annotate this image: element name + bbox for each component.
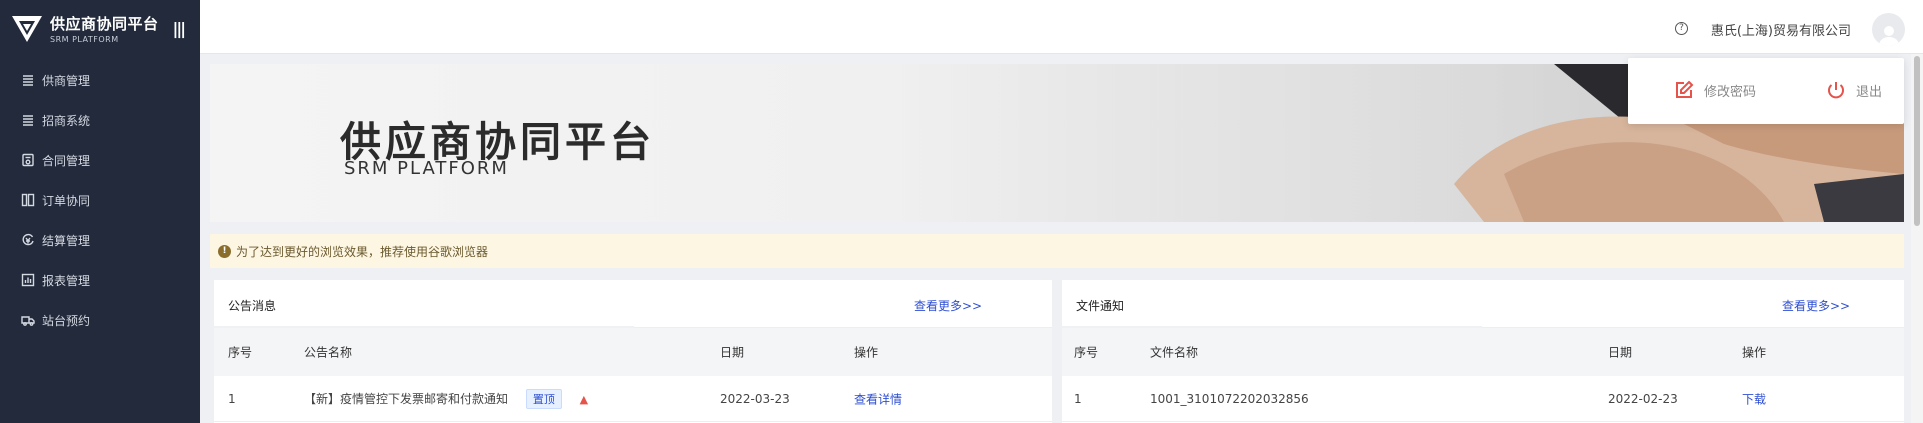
table-row: 1 1001_3101072202032856 2022-02-23 下载 [1062,376,1904,422]
announcement-title[interactable]: 【新】疫情管控下发票邮寄和付款通知 [304,392,508,406]
column-header: 操作 [854,345,879,360]
pinned-badge: 置顶 [525,388,562,409]
scrollbar-thumb[interactable] [1914,56,1920,226]
company-name[interactable]: 惠氏(上海)贸易有限公司 [1711,20,1851,39]
contract-icon [20,152,36,168]
brand: 供应商协同平台 SRM PLATFORM ||| [0,0,200,56]
edit-icon [1676,80,1694,98]
view-more-link[interactable]: 查看更多>> [1782,297,1850,314]
column-header: 序号 [1074,345,1099,360]
change-password-label: 修改密码 [1704,84,1757,100]
row-number: 1 [1074,391,1082,406]
sidebar-item-label: 站台预约 [42,313,91,328]
sidebar-item-report[interactable]: 报表管理 [0,260,200,300]
sidebar-item-station[interactable]: 站台预约 [0,300,200,340]
sidebar-item-recruit[interactable]: 招商系统 [0,100,200,140]
logout-label: 退出 [1856,84,1883,100]
files-panel: 文件通知 查看更多>> 序号 文件名称 日期 操作 1 1001_3101072… [1062,280,1904,423]
change-password-button[interactable]: 修改密码 [1674,80,1756,100]
list-icon [20,112,36,128]
sidebar-item-settlement[interactable]: 结算管理 [0,220,200,260]
warning-icon: ! [218,244,231,258]
user-dropdown: 修改密码 退出 [1628,58,1904,124]
brand-title: 供应商协同平台 [50,14,159,33]
sidebar-item-label: 招商系统 [42,113,91,128]
notice-text: 为了达到更好的浏览效果，推荐使用谷歌浏览器 [236,244,489,259]
table-header: 序号 公告名称 日期 操作 [214,328,1052,376]
column-header: 序号 [228,345,253,360]
power-icon [1828,82,1844,99]
scrollbar[interactable] [1911,54,1923,423]
sidebar-item-label: 结算管理 [42,233,91,248]
brand-subtitle: SRM PLATFORM [50,34,119,44]
column-header: 文件名称 [1150,345,1199,360]
sidebar-item-label: 报表管理 [42,273,91,288]
panel-title: 公告消息 [228,299,277,313]
column-header: 日期 [1608,345,1633,360]
download-link[interactable]: 下载 [1742,390,1766,407]
panel-header: 文件通知 查看更多>> [1062,280,1904,328]
view-details-link[interactable]: 查看详情 [854,390,902,407]
announcements-panel: 公告消息 查看更多>> 序号 公告名称 日期 操作 1 【新】疫情管控下发票邮寄… [214,280,1052,423]
panel-title: 文件通知 [1076,299,1125,313]
list-icon [20,72,36,88]
sidebar: 供应商协同平台 SRM PLATFORM ||| 供商管理 招商系统 合同管理 … [0,0,200,423]
bell-icon: ▲ [579,392,589,406]
report-icon [20,272,36,288]
logout-button[interactable]: 退出 [1826,80,1882,100]
truck-icon [20,312,36,328]
logo-icon [12,16,42,42]
sidebar-item-label: 供商管理 [42,73,91,88]
user-icon [1878,26,1899,46]
help-icon[interactable]: ? [1675,22,1688,35]
file-name: 1001_3101072202032856 [1150,391,1309,406]
column-header: 操作 [1742,345,1767,360]
menu-collapse-icon[interactable]: ||| [173,19,186,38]
sidebar-item-contract[interactable]: 合同管理 [0,140,200,180]
panel-header: 公告消息 查看更多>> [214,280,1052,328]
top-header: ? 惠氏(上海)贸易有限公司 [200,0,1923,54]
banner-subtitle: SRM PLATFORM [344,158,509,179]
browser-notice: ! 为了达到更好的浏览效果，推荐使用谷歌浏览器 [210,234,1904,268]
sidebar-menu: 供商管理 招商系统 合同管理 订单协同 结算管理 报表管理 站台预约 [0,60,200,340]
column-header: 日期 [720,345,745,360]
view-more-link[interactable]: 查看更多>> [914,297,982,314]
sidebar-item-order[interactable]: 订单协同 [0,180,200,220]
row-date: 2022-03-23 [720,391,790,406]
row-number: 1 [228,391,236,406]
sidebar-item-label: 订单协同 [42,193,91,208]
row-date: 2022-02-23 [1608,391,1678,406]
avatar[interactable] [1872,13,1905,46]
table-row: 1 【新】疫情管控下发票邮寄和付款通知 置顶 ▲ 2022-03-23 查看详情 [214,376,1052,422]
sidebar-item-supplier[interactable]: 供商管理 [0,60,200,100]
settlement-icon [20,232,36,248]
column-header: 公告名称 [304,345,353,360]
sidebar-item-label: 合同管理 [42,153,91,168]
announcement-name: 【新】疫情管控下发票邮寄和付款通知 置顶 ▲ [304,388,589,409]
order-icon [20,192,36,208]
table-header: 序号 文件名称 日期 操作 [1062,328,1904,376]
